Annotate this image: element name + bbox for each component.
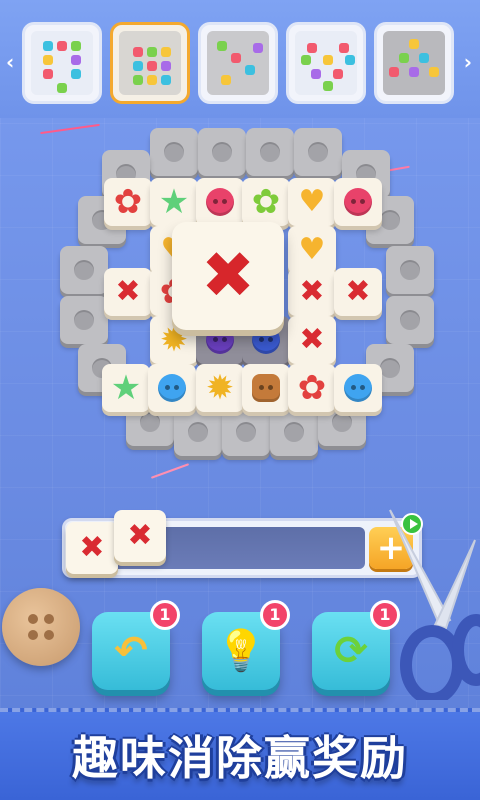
level-thumbnail[interactable] [198,22,278,104]
level-thumbnail[interactable] [374,22,454,104]
tile-locked [198,128,246,176]
tile-sunflower[interactable]: ✹ [196,364,244,412]
tile-locked [294,128,342,176]
tile-yellow-heart[interactable]: ♥ [288,178,336,226]
level-thumbnail-selected[interactable] [110,22,190,104]
chevron-left-icon[interactable]: ‹ [6,50,14,74]
shuffle-count-badge: 1 [370,600,400,630]
tile-pink-button[interactable] [334,178,382,226]
shuffle-button[interactable]: ⟳ 1 [312,600,400,690]
promo-banner-text: 趣味消除赢奖励 [72,731,408,785]
promo-banner: 趣味消除赢奖励 [0,708,480,800]
scissors-decoration [389,509,480,700]
tile-locked [60,246,108,294]
tile-red-x[interactable]: ✖ [288,316,336,364]
undo-button[interactable]: ↶ 1 [92,600,180,690]
tile-red-x[interactable]: ✖ [334,268,382,316]
level-thumbnail[interactable] [22,22,102,104]
tile-red-flower[interactable]: ✿ [288,364,336,412]
shuffle-icon: ⟳ [334,628,368,674]
level-selector: ‹ › [0,0,480,118]
tile-locked [246,128,294,176]
lightbulb-icon: 💡 [216,628,266,674]
tile-red-flower[interactable]: ✿ [104,178,152,226]
tile-red-x[interactable]: ✖ [288,268,336,316]
tile-locked [222,408,270,456]
tile-green-star[interactable]: ★ [150,178,198,226]
tile-locked [386,246,434,294]
tile-locked [386,296,434,344]
tile-blue-moon[interactable] [148,364,196,412]
tile-red-x[interactable]: ✖ [104,268,152,316]
tray-tile: ✖ [114,510,166,562]
tile-pink-button[interactable] [196,178,244,226]
selected-tile[interactable]: ✖ [172,222,284,330]
undo-arrow-icon: ↶ [114,628,148,674]
tile-locked [150,128,198,176]
tile-brown-button[interactable] [242,364,290,412]
tile-blue-moon[interactable] [334,364,382,412]
tile-green-star[interactable]: ★ [102,364,150,412]
undo-count-badge: 1 [150,600,180,630]
tile-yellow-heart[interactable]: ♥ [288,226,336,274]
hint-button[interactable]: 💡 1 [202,600,290,690]
tile-locked [60,296,108,344]
red-flower-button-icon: ✖ [201,239,255,313]
chevron-right-icon[interactable]: › [464,50,472,74]
tile-locked [174,408,222,456]
tile-locked [270,408,318,456]
tray-tile: ✖ [66,522,118,574]
tile-green-flower[interactable]: ✿ [242,178,290,226]
hint-count-badge: 1 [260,600,290,630]
sewing-button-decoration [2,588,80,666]
level-thumbnail[interactable] [286,22,366,104]
